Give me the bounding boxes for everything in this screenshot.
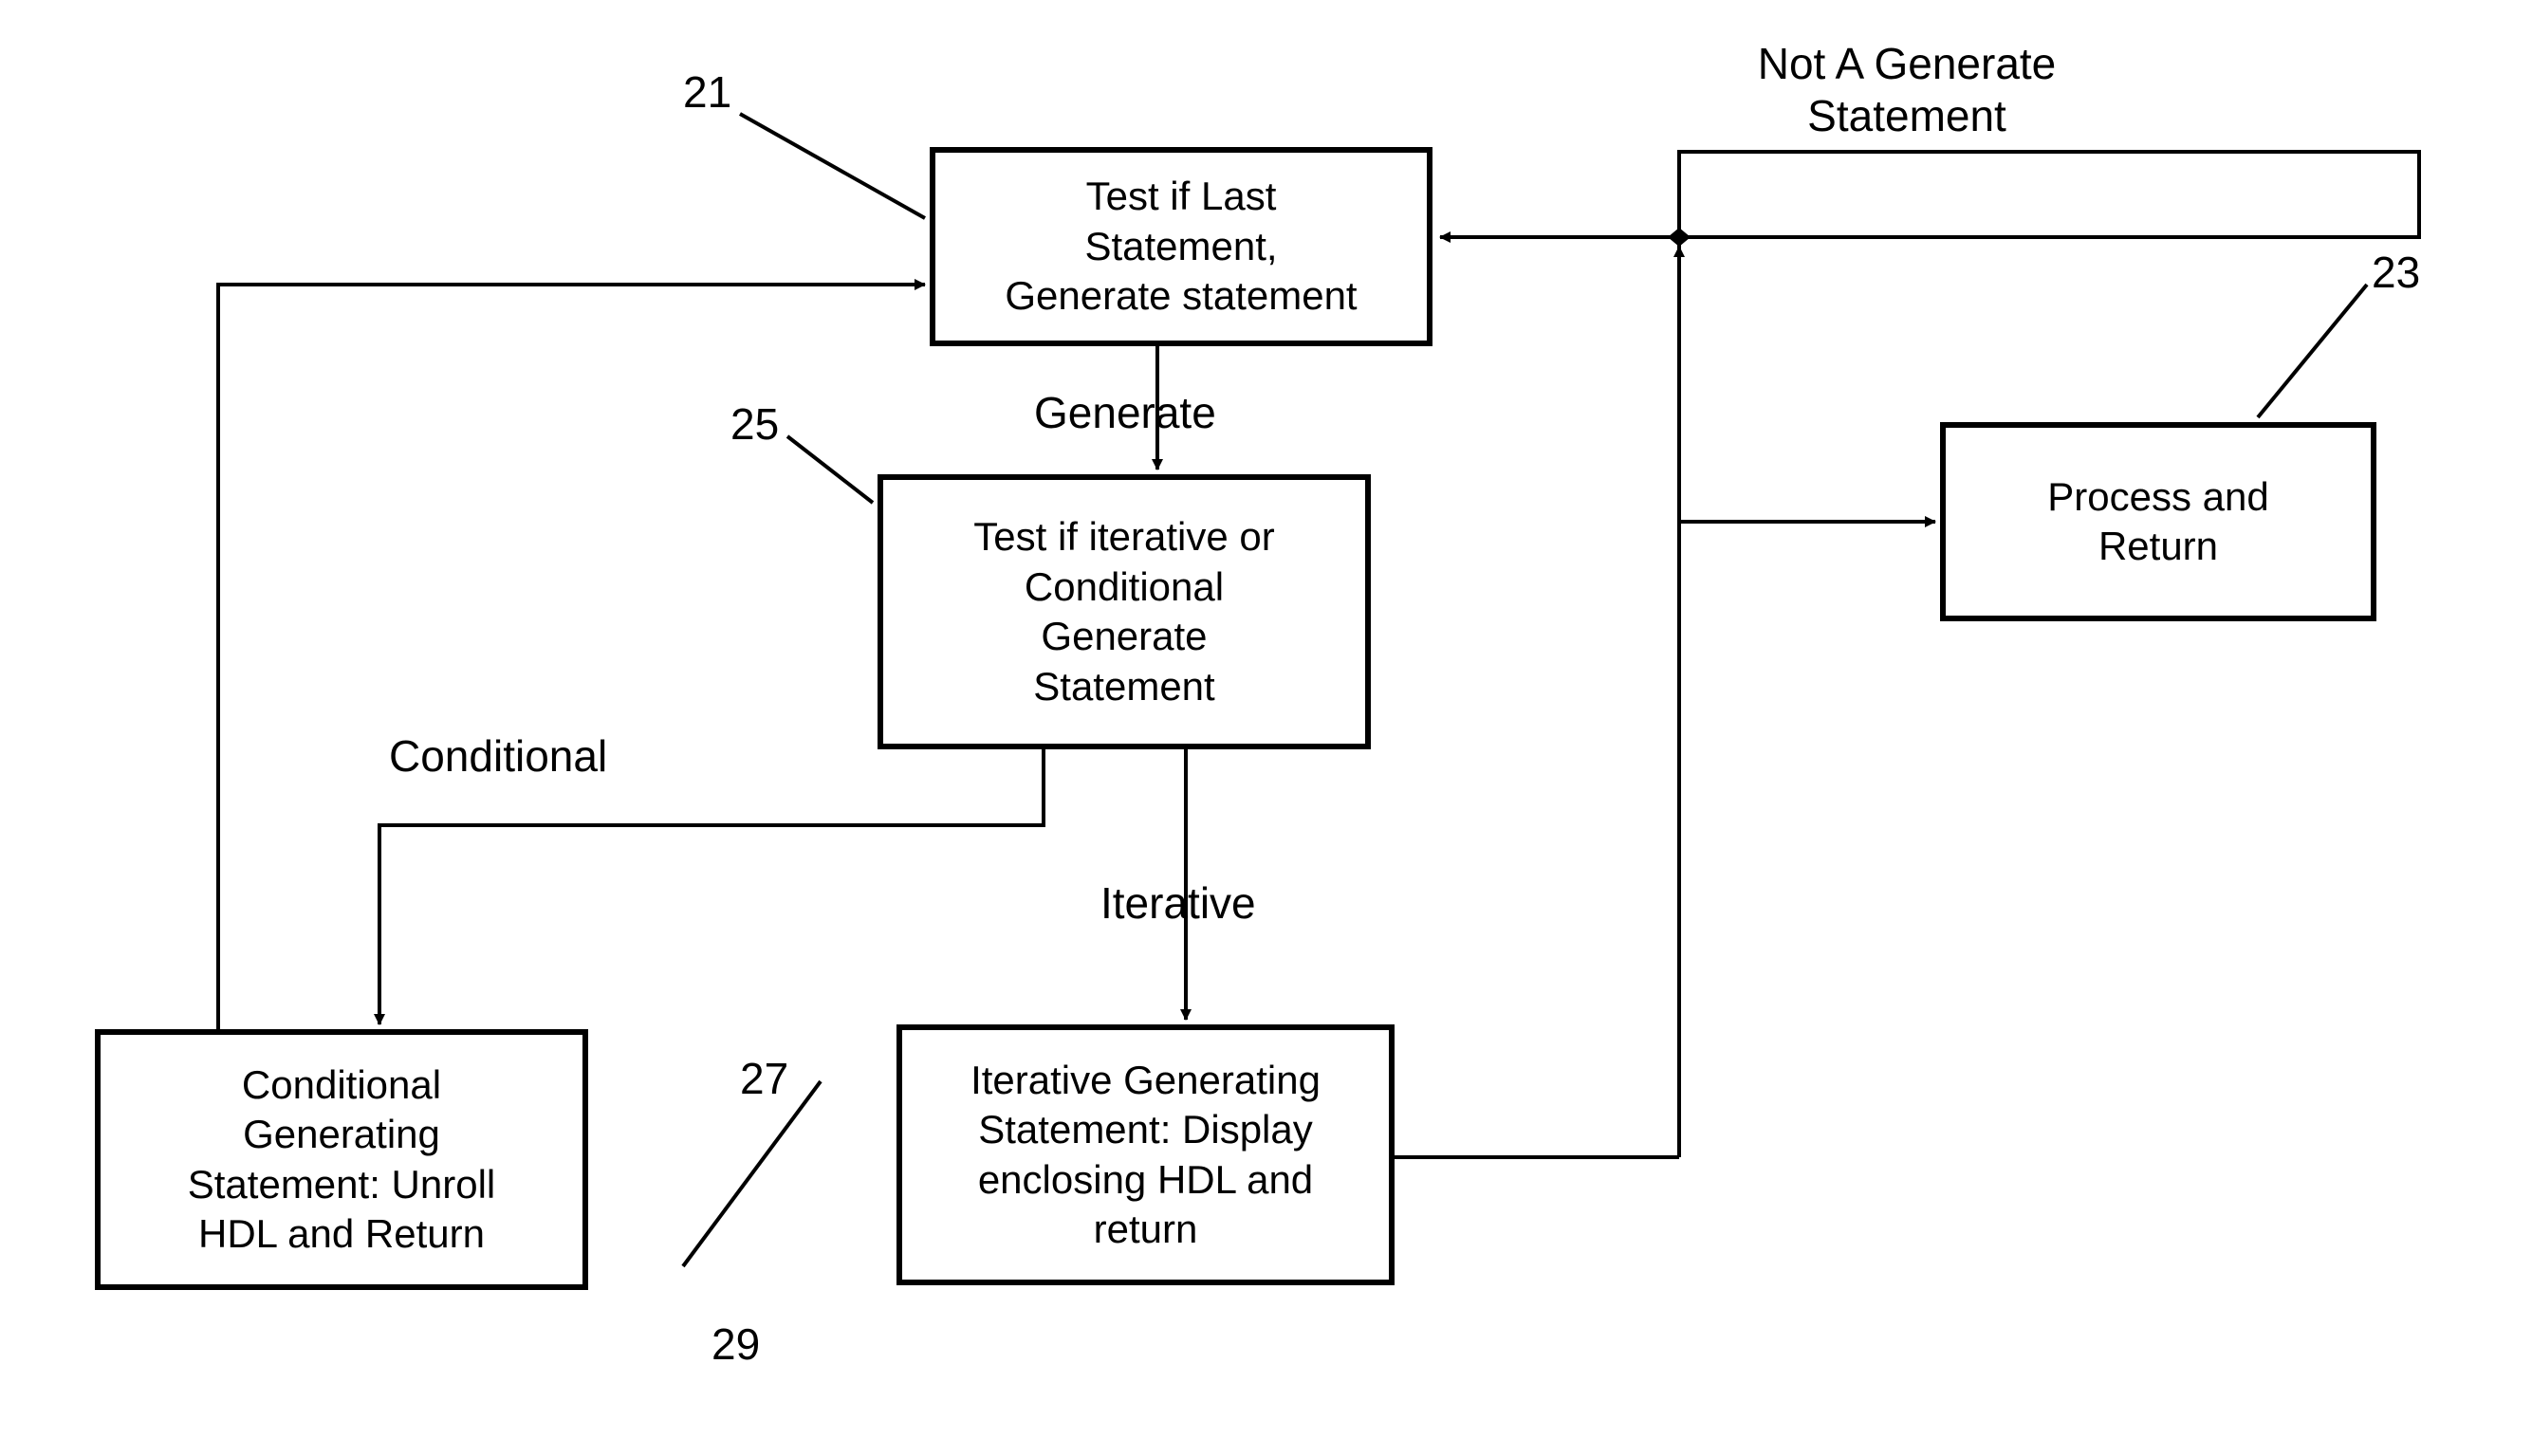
flowchart-arrows — [0, 0, 2532, 1456]
